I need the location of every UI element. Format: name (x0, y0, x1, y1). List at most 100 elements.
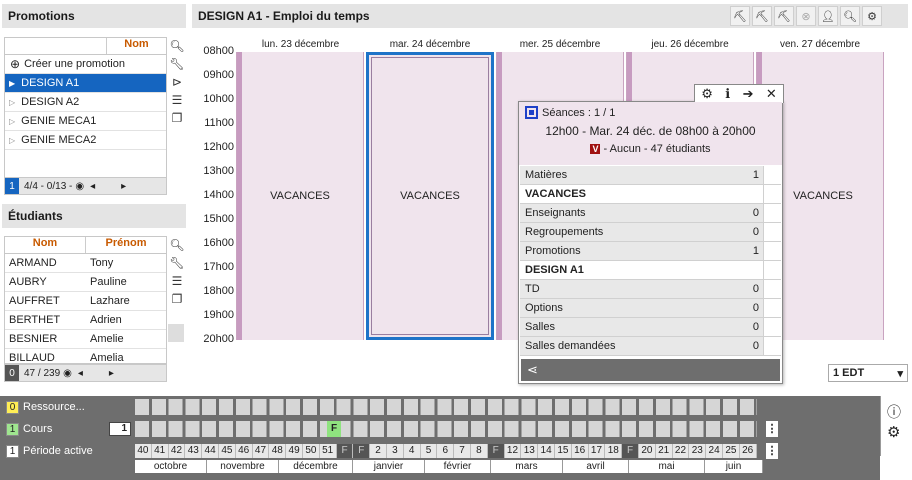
cancel-icon[interactable]: ⊗ (796, 6, 816, 26)
expand-icon[interactable]: ▷ (9, 136, 15, 145)
col-prenom[interactable]: Prénom (85, 237, 166, 253)
week-tick[interactable]: 50 (303, 444, 320, 458)
expand-icon[interactable]: ▶ (9, 79, 15, 88)
students-scrollbar[interactable] (168, 324, 184, 342)
week-tick[interactable]: 14 (538, 444, 555, 458)
week-tick[interactable]: 51 (319, 444, 337, 458)
course-block-selected[interactable]: VACANCES (366, 52, 494, 340)
week-tick[interactable]: F (622, 444, 639, 458)
week-tick[interactable]: 17 (588, 444, 606, 458)
resource-row-label[interactable]: 0 Ressource... (6, 399, 85, 415)
week-tick[interactable]: 43 (185, 444, 203, 458)
search-icon[interactable]: 🔍︎ (168, 236, 186, 254)
cours-value[interactable]: 1 (109, 422, 131, 436)
share-bar[interactable]: ⋖ (521, 359, 780, 381)
wrench-icon[interactable]: 🔧︎ (168, 55, 186, 73)
list-icon[interactable]: ☰ (168, 272, 186, 290)
week-tick[interactable]: 4 (403, 444, 421, 458)
expand-icon[interactable]: ▷ (9, 117, 15, 126)
promotion-row[interactable]: ▷ GENIE MECA1 (5, 112, 166, 131)
info-icon[interactable]: ⓘ (887, 402, 901, 422)
popup-row: VACANCES (520, 185, 781, 204)
copy-icon[interactable]: ❐ (168, 109, 186, 127)
hour-label: 16h00 (203, 237, 234, 249)
week-tick[interactable]: 18 (605, 444, 623, 458)
week-tick[interactable]: 15 (555, 444, 572, 458)
create-promotion[interactable]: ⊕ Créer une promotion (5, 55, 166, 74)
tool-icon[interactable]: ⛏ (774, 6, 794, 26)
promotion-row[interactable]: ▷ DESIGN A2 (5, 93, 166, 112)
tool-icon[interactable]: ⛏ (752, 6, 772, 26)
week-tick[interactable]: 48 (269, 444, 287, 458)
more-icon[interactable]: ⋮ (766, 421, 778, 437)
week-tick[interactable]: 42 (168, 444, 186, 458)
gear-icon[interactable]: ⚙ (887, 423, 900, 441)
wrench-icon[interactable]: 🔧︎ (168, 254, 186, 272)
more-icon[interactable]: ⋮ (766, 443, 778, 459)
resource-cells[interactable] (135, 399, 757, 415)
filter-icon[interactable]: ⊳ (168, 73, 186, 91)
week-tick[interactable]: F (336, 444, 354, 458)
gear-icon[interactable]: ⚙ (701, 86, 713, 102)
copy-icon[interactable]: ❐ (168, 290, 186, 308)
search-icon[interactable]: 🔍︎ (168, 37, 186, 55)
week-tick[interactable]: 25 (723, 444, 740, 458)
course-block[interactable]: VACANCES (236, 52, 364, 340)
week-tick[interactable]: F (487, 444, 505, 458)
info-icon[interactable]: ℹ (725, 86, 730, 102)
week-tick[interactable]: 45 (219, 444, 236, 458)
search-icon[interactable]: 🔍︎ (840, 6, 860, 26)
week-tick[interactable]: 20 (639, 444, 656, 458)
week-tick[interactable]: 7 (454, 444, 471, 458)
student-row[interactable]: BESNIER Amelie (5, 330, 166, 349)
expand-icon[interactable]: ▷ (9, 98, 15, 107)
week-tick[interactable]: 47 (252, 444, 270, 458)
week-tick[interactable]: 26 (739, 444, 757, 458)
week-tick[interactable]: 6 (437, 444, 455, 458)
session-icon[interactable] (525, 106, 538, 119)
week-tick[interactable]: 23 (689, 444, 707, 458)
scroll-left-icon[interactable]: ◂ (78, 368, 83, 379)
week-tick[interactable]: 40 (135, 444, 152, 458)
promotion-row[interactable]: ▷ GENIE MECA2 (5, 131, 166, 150)
week-tick[interactable]: 46 (235, 444, 253, 458)
visibility-icon[interactable]: ◉ (75, 181, 84, 192)
week-tick[interactable]: 16 (571, 444, 589, 458)
week-tick[interactable]: 2 (370, 444, 387, 458)
week-tick[interactable]: 49 (286, 444, 303, 458)
col-nom[interactable]: Nom (5, 237, 85, 253)
week-tick[interactable]: 3 (387, 444, 404, 458)
period-row-label[interactable]: 1 Période active (6, 443, 93, 459)
student-row[interactable]: AUBRY Pauline (5, 273, 166, 292)
student-row[interactable]: AUFFRET Lazhare (5, 292, 166, 311)
close-icon[interactable]: ✕ (766, 86, 777, 102)
cours-row-label[interactable]: 1 Cours (6, 421, 52, 437)
gear-icon[interactable]: ⚙ (862, 6, 882, 26)
student-row[interactable]: BERTHET Adrien (5, 311, 166, 330)
student-row[interactable]: ARMAND Tony (5, 254, 166, 273)
week-tick[interactable]: 22 (672, 444, 690, 458)
visibility-icon[interactable]: ◉ (63, 368, 72, 379)
col-nom[interactable]: Nom (106, 38, 166, 54)
week-tick[interactable]: 44 (202, 444, 219, 458)
scroll-left-icon[interactable]: ◂ (90, 181, 95, 192)
edt-select[interactable]: 1 EDT ▾ (828, 364, 908, 382)
user-icon[interactable]: 👤︎ (818, 6, 838, 26)
cours-marker[interactable]: F (327, 421, 341, 437)
list-icon[interactable]: ☰ (168, 91, 186, 109)
week-tick[interactable]: 12 (504, 444, 522, 458)
scroll-right-icon[interactable]: ▸ (109, 368, 114, 379)
cours-cells[interactable] (135, 421, 757, 437)
week-tick[interactable]: 13 (521, 444, 539, 458)
share-icon[interactable]: ⋖ (527, 362, 538, 378)
week-tick[interactable]: 21 (655, 444, 673, 458)
week-tick[interactable]: 41 (151, 444, 169, 458)
promotion-row[interactable]: ▶ DESIGN A1 (5, 74, 166, 93)
tool-icon[interactable]: ⛏ (730, 6, 750, 26)
week-tick[interactable]: 8 (471, 444, 488, 458)
arrow-right-icon[interactable]: ➔ (743, 86, 754, 102)
week-tick[interactable]: 24 (706, 444, 723, 458)
week-tick[interactable]: F (353, 444, 371, 458)
scroll-right-icon[interactable]: ▸ (121, 181, 126, 192)
week-tick[interactable]: 5 (420, 444, 438, 458)
